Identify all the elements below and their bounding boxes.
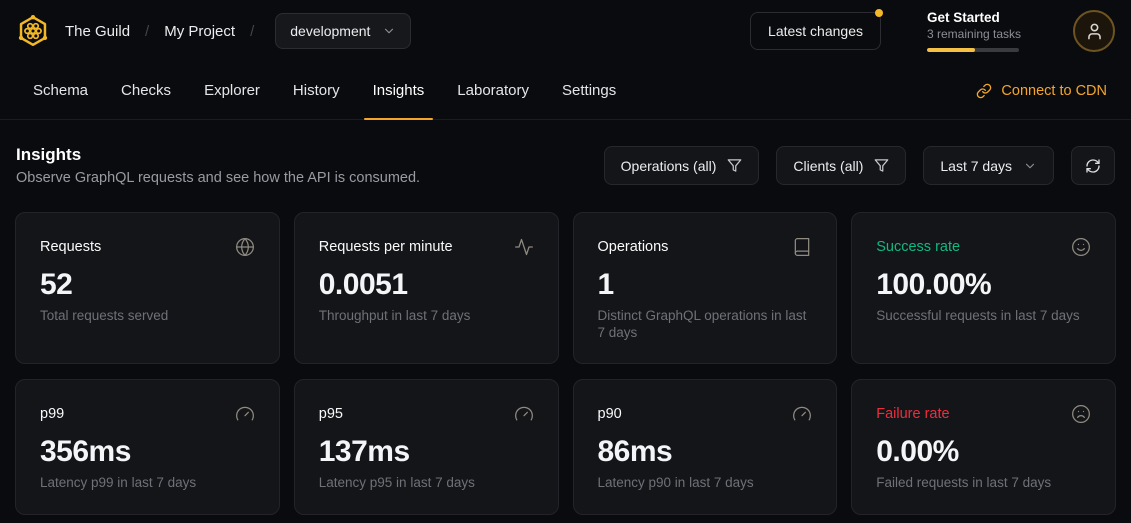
- card-subtitle: Latency p95 in last 7 days: [319, 475, 534, 492]
- date-range-label: Last 7 days: [940, 158, 1012, 174]
- card-value: 86ms: [598, 435, 813, 469]
- card-subtitle: Failed requests in last 7 days: [876, 475, 1091, 492]
- stat-card-p99: p99 356ms Latency p99 in last 7 days: [15, 379, 280, 515]
- breadcrumb: The Guild / My Project / development: [65, 13, 411, 49]
- hive-logo-icon[interactable]: [14, 12, 52, 50]
- smile-icon: [1071, 237, 1091, 257]
- stat-card-success-rate: Success rate 100.00% Successful requests…: [851, 212, 1116, 364]
- tab-insights[interactable]: Insights: [373, 62, 425, 119]
- latest-changes-label: Latest changes: [768, 23, 863, 39]
- card-subtitle: Distinct GraphQL operations in last 7 da…: [598, 308, 813, 341]
- card-value: 137ms: [319, 435, 534, 469]
- connect-to-cdn-label: Connect to CDN: [1001, 83, 1107, 99]
- stat-card-failure-rate: Failure rate 0.00% Failed requests in la…: [851, 379, 1116, 515]
- globe-icon: [235, 237, 255, 257]
- get-started-progressbar: [927, 48, 1019, 52]
- stat-card-p90: p90 86ms Latency p90 in last 7 days: [573, 379, 838, 515]
- breadcrumb-separator: /: [145, 23, 149, 40]
- chevron-down-icon: [382, 24, 396, 38]
- tabs: Schema Checks Explorer History Insights …: [33, 62, 616, 119]
- card-value: 0.00%: [876, 435, 1091, 469]
- card-subtitle: Total requests served: [40, 308, 255, 325]
- tab-checks[interactable]: Checks: [121, 62, 171, 119]
- chevron-down-icon: [1023, 159, 1037, 173]
- user-avatar[interactable]: [1073, 10, 1115, 52]
- card-subtitle: Latency p90 in last 7 days: [598, 475, 813, 492]
- card-value: 52: [40, 268, 255, 302]
- clients-filter-label: Clients (all): [793, 158, 863, 174]
- card-value: 356ms: [40, 435, 255, 469]
- get-started-remaining: 3 remaining tasks: [927, 27, 1027, 41]
- get-started-progress-fill: [927, 48, 975, 52]
- refresh-icon: [1085, 158, 1101, 174]
- stat-card-requests: Requests 52 Total requests served: [15, 212, 280, 364]
- filter-funnel-icon: [727, 158, 742, 173]
- filters-bar: Operations (all) Clients (all) Last 7 da…: [604, 146, 1115, 185]
- stat-card-operations: Operations 1 Distinct GraphQL operations…: [573, 212, 838, 364]
- activity-icon: [514, 237, 534, 257]
- card-title: p99: [40, 406, 64, 422]
- nav-bar: Schema Checks Explorer History Insights …: [0, 62, 1131, 120]
- hive-dashboard: The Guild / My Project / development Lat…: [0, 0, 1131, 523]
- latest-changes-button[interactable]: Latest changes: [750, 12, 881, 50]
- environment-selector-value: development: [290, 23, 370, 39]
- get-started-title: Get Started: [927, 10, 1027, 25]
- topbar-right: Latest changes Get Started 3 remaining t…: [750, 10, 1115, 52]
- refresh-button[interactable]: [1071, 146, 1115, 185]
- gauge-icon: [514, 404, 534, 424]
- tab-laboratory[interactable]: Laboratory: [457, 62, 529, 119]
- operations-filter-button[interactable]: Operations (all): [604, 146, 760, 185]
- filter-funnel-icon: [874, 158, 889, 173]
- stat-card-p95: p95 137ms Latency p95 in last 7 days: [294, 379, 559, 515]
- card-value: 100.00%: [876, 268, 1091, 302]
- card-subtitle: Successful requests in last 7 days: [876, 308, 1091, 325]
- tab-history[interactable]: History: [293, 62, 340, 119]
- frown-icon: [1071, 404, 1091, 424]
- card-title: Success rate: [876, 239, 960, 255]
- card-subtitle: Latency p99 in last 7 days: [40, 475, 255, 492]
- breadcrumb-separator: /: [250, 23, 254, 40]
- link-icon: [976, 83, 992, 99]
- stats-grid: Requests 52 Total requests served Reques…: [15, 212, 1116, 515]
- card-title: Requests per minute: [319, 239, 453, 255]
- get-started-widget[interactable]: Get Started 3 remaining tasks: [927, 10, 1027, 52]
- stat-card-requests-per-minute: Requests per minute 0.0051 Throughput in…: [294, 212, 559, 364]
- card-value: 1: [598, 268, 813, 302]
- date-range-selector[interactable]: Last 7 days: [923, 146, 1054, 185]
- card-title: Requests: [40, 239, 101, 255]
- breadcrumb-org[interactable]: The Guild: [65, 23, 130, 40]
- gauge-icon: [235, 404, 255, 424]
- card-subtitle: Throughput in last 7 days: [319, 308, 534, 325]
- environment-selector[interactable]: development: [275, 13, 411, 49]
- top-bar: The Guild / My Project / development Lat…: [0, 0, 1131, 62]
- operations-filter-label: Operations (all): [621, 158, 717, 174]
- notification-dot: [875, 9, 883, 17]
- section-header-text: Insights Observe GraphQL requests and se…: [16, 145, 420, 186]
- book-icon: [792, 237, 812, 257]
- page-title: Insights: [16, 145, 420, 165]
- page-subtitle: Observe GraphQL requests and see how the…: [16, 170, 420, 186]
- gauge-icon: [792, 404, 812, 424]
- card-value: 0.0051: [319, 268, 534, 302]
- section-header: Insights Observe GraphQL requests and se…: [16, 145, 1115, 186]
- tab-explorer[interactable]: Explorer: [204, 62, 260, 119]
- card-title: Operations: [598, 239, 669, 255]
- user-icon: [1085, 22, 1104, 41]
- connect-to-cdn-link[interactable]: Connect to CDN: [976, 62, 1107, 119]
- card-title: p90: [598, 406, 622, 422]
- tab-settings[interactable]: Settings: [562, 62, 616, 119]
- insights-content: Insights Observe GraphQL requests and se…: [0, 120, 1131, 515]
- breadcrumb-project[interactable]: My Project: [164, 23, 235, 40]
- card-title: p95: [319, 406, 343, 422]
- clients-filter-button[interactable]: Clients (all): [776, 146, 906, 185]
- card-title: Failure rate: [876, 406, 949, 422]
- tab-schema[interactable]: Schema: [33, 62, 88, 119]
